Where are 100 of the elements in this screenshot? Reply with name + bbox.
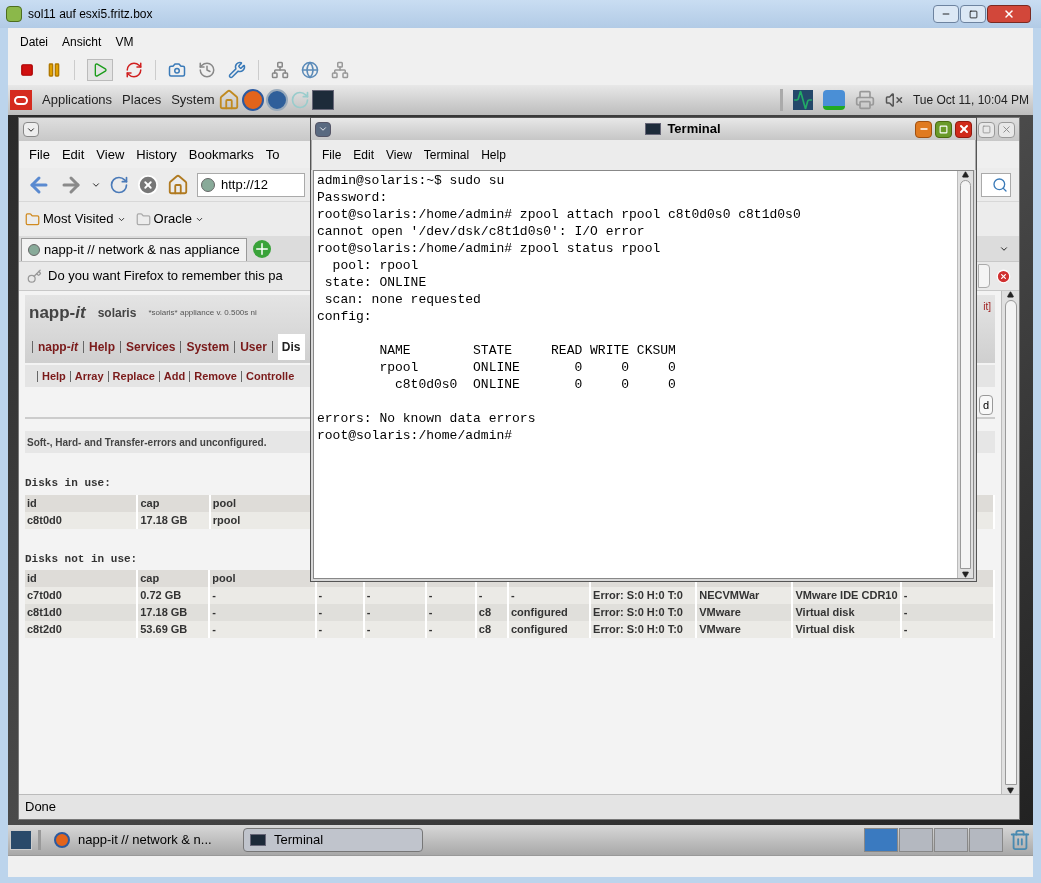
- table-cell: Error: S:0 H:0 T:0: [593, 589, 683, 602]
- caret-icon[interactable]: [999, 244, 1009, 254]
- page-icon: [201, 177, 215, 192]
- table-cell: 17.18 GB: [140, 513, 188, 526]
- panel-menu[interactable]: Places: [122, 90, 162, 110]
- close-button[interactable]: [987, 5, 1031, 23]
- network-icon[interactable]: [271, 61, 289, 79]
- nav-link[interactable]: Dis: [277, 334, 305, 360]
- scroll-up-icon[interactable]: [962, 171, 969, 178]
- column-header: id: [27, 496, 37, 509]
- maximize-icon: [939, 124, 948, 134]
- subnav-link[interactable]: Replace: [112, 367, 155, 385]
- notification-button[interactable]: [978, 264, 990, 288]
- subnav-link[interactable]: Help: [42, 367, 66, 385]
- browser-tab[interactable]: napp-it // network & nas appliance: [21, 238, 247, 261]
- taskbar-button[interactable]: napp-it // network & n...: [47, 828, 237, 852]
- subnav-link[interactable]: Controlle: [246, 367, 295, 385]
- panel-menu[interactable]: System: [171, 90, 215, 110]
- camera-icon[interactable]: [168, 61, 186, 79]
- subnav-link[interactable]: Add: [163, 367, 186, 385]
- menu-item[interactable]: Terminal: [423, 146, 470, 164]
- browser-icon[interactable]: [242, 89, 265, 111]
- menu-item[interactable]: VM: [115, 32, 134, 51]
- menu-item[interactable]: To: [265, 144, 280, 165]
- menu-item[interactable]: File: [29, 144, 50, 165]
- maximize-button[interactable]: [960, 5, 986, 23]
- muted-speaker-icon[interactable]: [884, 91, 903, 109]
- play-button[interactable]: [87, 59, 113, 81]
- workspace-cell[interactable]: [934, 828, 968, 852]
- table-cell: 53.69 GB: [140, 623, 188, 636]
- folder-icon: [135, 211, 151, 227]
- scrollbar[interactable]: [1001, 291, 1019, 794]
- bookmark-menu[interactable]: Oracle: [135, 209, 204, 229]
- subnav-link[interactable]: Array: [74, 367, 104, 385]
- clock[interactable]: Tue Oct 11, 10:04 PM: [912, 91, 1029, 109]
- nav-link[interactable]: Services: [126, 338, 176, 356]
- menu-item[interactable]: History: [136, 144, 177, 165]
- network-icon[interactable]: [331, 61, 349, 79]
- nav-link[interactable]: Help: [89, 338, 116, 356]
- table-cell: -: [510, 589, 515, 602]
- panel-menu[interactable]: Applications: [42, 90, 113, 110]
- column-header: pool: [212, 496, 236, 509]
- workspace-cell[interactable]: [864, 828, 898, 852]
- maximize-button[interactable]: [978, 121, 995, 138]
- bookmark-menu[interactable]: Most Visited: [25, 209, 126, 229]
- menu-item[interactable]: View: [386, 146, 412, 164]
- stop-icon[interactable]: [20, 63, 34, 77]
- system-monitor-icon[interactable]: [792, 90, 813, 110]
- workspace-cell[interactable]: [969, 828, 1003, 852]
- scrollbar[interactable]: [957, 171, 973, 578]
- table-cell: -: [366, 623, 371, 636]
- wrench-icon[interactable]: [228, 61, 246, 79]
- scroll-down-icon[interactable]: [962, 571, 969, 578]
- window-menu-button[interactable]: [23, 122, 39, 137]
- refresh-icon[interactable]: [125, 61, 143, 79]
- nav-link[interactable]: System: [186, 338, 230, 356]
- show-desktop-icon[interactable]: [10, 830, 32, 850]
- nav-link[interactable]: User: [240, 338, 267, 356]
- form-button[interactable]: d: [978, 395, 993, 415]
- minimize-button[interactable]: [933, 5, 959, 23]
- address-text: http://12: [221, 175, 268, 194]
- table-cell: Error: S:0 H:0 T:0: [593, 623, 683, 636]
- close-button[interactable]: [955, 120, 972, 138]
- taskbar-button[interactable]: Terminal: [243, 828, 423, 852]
- header-link[interactable]: it]: [983, 299, 991, 314]
- workspace-cell[interactable]: [899, 828, 933, 852]
- scroll-up-icon[interactable]: [1007, 291, 1014, 298]
- table-cell: -: [366, 606, 371, 619]
- pause-icon[interactable]: [46, 62, 62, 78]
- menu-item[interactable]: Help: [481, 146, 506, 164]
- reload-icon[interactable]: [109, 174, 129, 195]
- table-cell: rpool: [212, 513, 241, 526]
- table-cell: -: [212, 589, 217, 602]
- scroll-down-icon[interactable]: [1007, 787, 1014, 794]
- menu-item[interactable]: Datei: [20, 32, 48, 51]
- menu-item[interactable]: Edit: [353, 146, 375, 164]
- menu-item[interactable]: Bookmarks: [188, 144, 254, 165]
- address-field[interactable]: http://12: [197, 172, 305, 197]
- menu-item[interactable]: File: [322, 146, 342, 164]
- close-icon[interactable]: [996, 268, 1011, 284]
- menu-item[interactable]: Edit: [61, 144, 85, 165]
- nav-link[interactable]: napp-it: [38, 338, 78, 356]
- window-menu-button[interactable]: [315, 121, 331, 137]
- maximize-button[interactable]: [935, 120, 952, 138]
- new-tab-icon[interactable]: [252, 240, 271, 258]
- table-cell: 17.18 GB: [140, 606, 188, 619]
- notification-text: Do you want Firefox to remember this pa: [48, 267, 283, 286]
- minimize-button[interactable]: [915, 120, 932, 138]
- menu-item[interactable]: Ansicht: [62, 32, 102, 51]
- terminal-icon: [312, 90, 335, 110]
- column-header: pool: [212, 572, 236, 585]
- table-cell: VMware: [699, 606, 741, 619]
- clock-icon[interactable]: [198, 61, 216, 79]
- trash-icon[interactable]: [1009, 829, 1031, 851]
- menu-item[interactable]: View: [96, 144, 125, 165]
- subnav-link[interactable]: Remove: [194, 367, 237, 385]
- home-icon[interactable]: [167, 173, 189, 196]
- search-field[interactable]: [981, 172, 1011, 197]
- printer-icon[interactable]: [854, 90, 875, 110]
- home-icon[interactable]: [218, 89, 241, 111]
